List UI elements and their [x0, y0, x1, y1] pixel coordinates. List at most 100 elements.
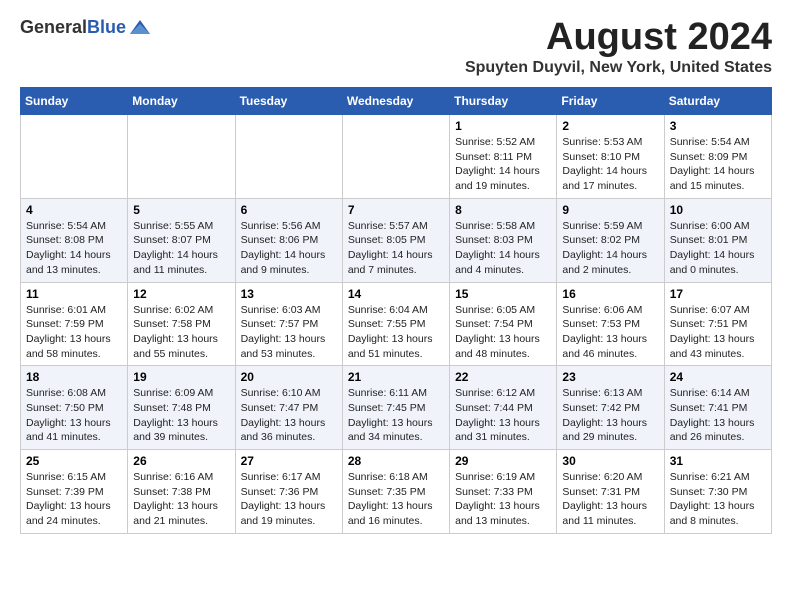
day-detail: Sunrise: 6:00 AM Sunset: 8:01 PM Dayligh… — [670, 219, 766, 278]
logo-general: General — [20, 17, 87, 37]
col-thursday: Thursday — [450, 88, 557, 115]
day-detail: Sunrise: 6:01 AM Sunset: 7:59 PM Dayligh… — [26, 303, 122, 362]
day-number: 12 — [133, 287, 229, 301]
day-number: 4 — [26, 203, 122, 217]
day-detail: Sunrise: 6:02 AM Sunset: 7:58 PM Dayligh… — [133, 303, 229, 362]
table-row: 29 Sunrise: 6:19 AM Sunset: 7:33 PM Dayli… — [450, 450, 557, 534]
table-row: 12 Sunrise: 6:02 AM Sunset: 7:58 PM Dayli… — [128, 282, 235, 366]
day-number: 27 — [241, 454, 337, 468]
day-detail: Sunrise: 6:03 AM Sunset: 7:57 PM Dayligh… — [241, 303, 337, 362]
header-row: Sunday Monday Tuesday Wednesday Thursday… — [21, 88, 772, 115]
day-number: 31 — [670, 454, 766, 468]
table-row — [342, 115, 449, 199]
day-number: 30 — [562, 454, 658, 468]
col-wednesday: Wednesday — [342, 88, 449, 115]
calendar-week-row: 18 Sunrise: 6:08 AM Sunset: 7:50 PM Dayli… — [21, 366, 772, 450]
table-row: 17 Sunrise: 6:07 AM Sunset: 7:51 PM Dayli… — [664, 282, 771, 366]
col-monday: Monday — [128, 88, 235, 115]
day-detail: Sunrise: 6:15 AM Sunset: 7:39 PM Dayligh… — [26, 470, 122, 529]
col-friday: Friday — [557, 88, 664, 115]
table-row: 22Sunrise: 6:12 AM Sunset: 7:44 PM Dayli… — [450, 366, 557, 450]
day-number: 23 — [562, 370, 658, 384]
calendar-week-row: 1Sunrise: 5:52 AM Sunset: 8:11 PM Daylig… — [21, 115, 772, 199]
day-number: 3 — [670, 119, 766, 133]
day-detail: Sunrise: 6:19 AM Sunset: 7:33 PM Dayligh… — [455, 470, 551, 529]
day-number: 11 — [26, 287, 122, 301]
day-number: 17 — [670, 287, 766, 301]
day-detail: Sunrise: 6:07 AM Sunset: 7:51 PM Dayligh… — [670, 303, 766, 362]
day-number: 21 — [348, 370, 444, 384]
month-title: August 2024 — [465, 16, 772, 59]
page-container: GeneralBlue August 2024 Spuyten Duyvil, … — [0, 0, 792, 550]
table-row — [235, 115, 342, 199]
day-number: 2 — [562, 119, 658, 133]
col-tuesday: Tuesday — [235, 88, 342, 115]
day-detail: Sunrise: 6:20 AM Sunset: 7:31 PM Dayligh… — [562, 470, 658, 529]
day-number: 10 — [670, 203, 766, 217]
table-row: 16 Sunrise: 6:06 AM Sunset: 7:53 PM Dayli… — [557, 282, 664, 366]
table-row: 25 Sunrise: 6:15 AM Sunset: 7:39 PM Dayli… — [21, 450, 128, 534]
table-row: 26 Sunrise: 6:16 AM Sunset: 7:38 PM Dayli… — [128, 450, 235, 534]
table-row: 1Sunrise: 5:52 AM Sunset: 8:11 PM Daylig… — [450, 115, 557, 199]
day-number: 25 — [26, 454, 122, 468]
table-row: 7Sunrise: 5:57 AM Sunset: 8:05 PM Daylig… — [342, 198, 449, 282]
title-block: August 2024 Spuyten Duyvil, New York, Un… — [465, 16, 772, 77]
day-detail: Sunrise: 6:21 AM Sunset: 7:30 PM Dayligh… — [670, 470, 766, 529]
day-detail: Sunrise: 5:55 AM Sunset: 8:07 PM Dayligh… — [133, 219, 229, 278]
day-detail: Sunrise: 5:54 AM Sunset: 8:08 PM Dayligh… — [26, 219, 122, 278]
col-sunday: Sunday — [21, 88, 128, 115]
table-row: 8Sunrise: 5:58 AM Sunset: 8:03 PM Daylig… — [450, 198, 557, 282]
day-detail: Sunrise: 6:09 AM Sunset: 7:48 PM Dayligh… — [133, 386, 229, 445]
logo-icon — [128, 16, 152, 40]
day-number: 28 — [348, 454, 444, 468]
day-detail: Sunrise: 6:08 AM Sunset: 7:50 PM Dayligh… — [26, 386, 122, 445]
day-number: 16 — [562, 287, 658, 301]
day-detail: Sunrise: 5:57 AM Sunset: 8:05 PM Dayligh… — [348, 219, 444, 278]
day-number: 18 — [26, 370, 122, 384]
table-row: 2 Sunrise: 5:53 AM Sunset: 8:10 PM Daylig… — [557, 115, 664, 199]
table-row: 31 Sunrise: 6:21 AM Sunset: 7:30 PM Dayli… — [664, 450, 771, 534]
table-row: 23Sunrise: 6:13 AM Sunset: 7:42 PM Dayli… — [557, 366, 664, 450]
day-detail: Sunrise: 5:59 AM Sunset: 8:02 PM Dayligh… — [562, 219, 658, 278]
page-header: GeneralBlue August 2024 Spuyten Duyvil, … — [20, 16, 772, 77]
col-saturday: Saturday — [664, 88, 771, 115]
day-detail: Sunrise: 5:53 AM Sunset: 8:10 PM Dayligh… — [562, 135, 658, 194]
day-number: 1 — [455, 119, 551, 133]
table-row: 20 Sunrise: 6:10 AM Sunset: 7:47 PM Dayli… — [235, 366, 342, 450]
day-number: 20 — [241, 370, 337, 384]
day-detail: Sunrise: 6:16 AM Sunset: 7:38 PM Dayligh… — [133, 470, 229, 529]
day-detail: Sunrise: 5:54 AM Sunset: 8:09 PM Dayligh… — [670, 135, 766, 194]
day-number: 29 — [455, 454, 551, 468]
day-number: 15 — [455, 287, 551, 301]
table-row: 14 Sunrise: 6:04 AM Sunset: 7:55 PM Dayli… — [342, 282, 449, 366]
table-row: 10 Sunrise: 6:00 AM Sunset: 8:01 PM Dayli… — [664, 198, 771, 282]
table-row: 15 Sunrise: 6:05 AM Sunset: 7:54 PM Dayli… — [450, 282, 557, 366]
day-number: 26 — [133, 454, 229, 468]
day-number: 5 — [133, 203, 229, 217]
day-detail: Sunrise: 6:18 AM Sunset: 7:35 PM Dayligh… — [348, 470, 444, 529]
table-row: 3 Sunrise: 5:54 AM Sunset: 8:09 PM Daylig… — [664, 115, 771, 199]
table-row: 24Sunrise: 6:14 AM Sunset: 7:41 PM Dayli… — [664, 366, 771, 450]
table-row: 28 Sunrise: 6:18 AM Sunset: 7:35 PM Dayli… — [342, 450, 449, 534]
day-detail: Sunrise: 6:04 AM Sunset: 7:55 PM Dayligh… — [348, 303, 444, 362]
table-row: 11 Sunrise: 6:01 AM Sunset: 7:59 PM Dayli… — [21, 282, 128, 366]
day-number: 22 — [455, 370, 551, 384]
day-detail: Sunrise: 6:10 AM Sunset: 7:47 PM Dayligh… — [241, 386, 337, 445]
logo-blue: Blue — [87, 17, 126, 37]
logo: GeneralBlue — [20, 16, 152, 40]
day-detail: Sunrise: 6:17 AM Sunset: 7:36 PM Dayligh… — [241, 470, 337, 529]
day-number: 8 — [455, 203, 551, 217]
calendar-week-row: 11 Sunrise: 6:01 AM Sunset: 7:59 PM Dayli… — [21, 282, 772, 366]
day-number: 19 — [133, 370, 229, 384]
day-number: 13 — [241, 287, 337, 301]
calendar-week-row: 4 Sunrise: 5:54 AM Sunset: 8:08 PM Daylig… — [21, 198, 772, 282]
calendar-week-row: 25 Sunrise: 6:15 AM Sunset: 7:39 PM Dayli… — [21, 450, 772, 534]
day-detail: Sunrise: 5:56 AM Sunset: 8:06 PM Dayligh… — [241, 219, 337, 278]
day-detail: Sunrise: 6:06 AM Sunset: 7:53 PM Dayligh… — [562, 303, 658, 362]
table-row: 21Sunrise: 6:11 AM Sunset: 7:45 PM Dayli… — [342, 366, 449, 450]
day-detail: Sunrise: 6:14 AM Sunset: 7:41 PM Dayligh… — [670, 386, 766, 445]
day-number: 14 — [348, 287, 444, 301]
day-detail: Sunrise: 6:05 AM Sunset: 7:54 PM Dayligh… — [455, 303, 551, 362]
table-row: 13 Sunrise: 6:03 AM Sunset: 7:57 PM Dayli… — [235, 282, 342, 366]
location: Spuyten Duyvil, New York, United States — [465, 59, 772, 77]
